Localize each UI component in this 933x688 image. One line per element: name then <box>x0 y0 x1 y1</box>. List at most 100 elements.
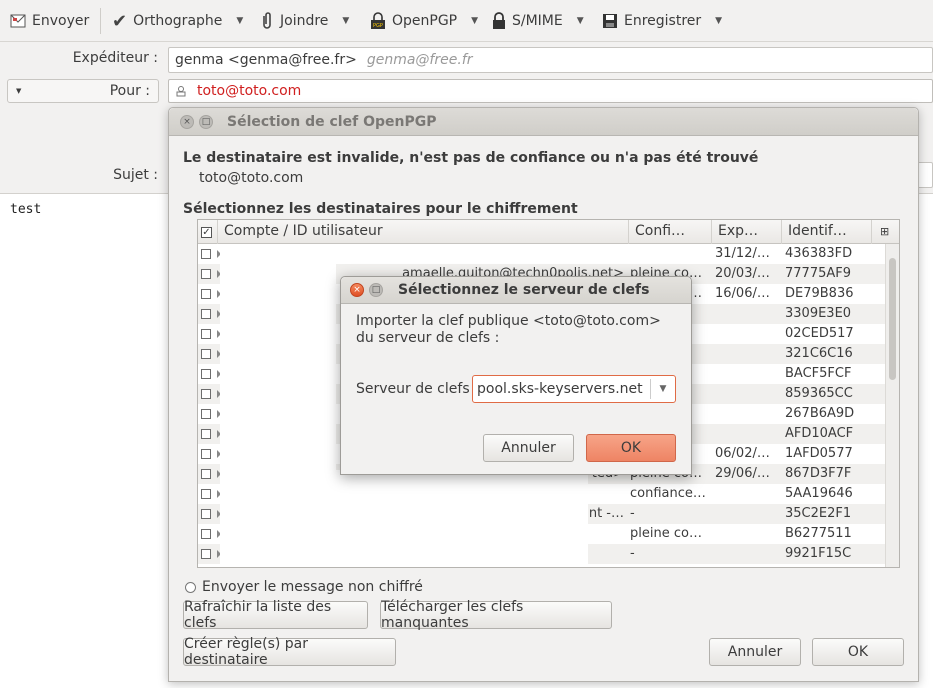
send-unencrypted-checkbox[interactable] <box>185 581 196 593</box>
send-icon <box>10 14 26 28</box>
send-button[interactable]: Envoyer <box>10 8 89 34</box>
row-checkbox[interactable] <box>201 369 211 379</box>
row-expiry: 06/02/… <box>715 446 770 461</box>
pgp-lock-icon: PGP <box>371 12 385 29</box>
contact-icon <box>176 86 186 97</box>
send-label: Envoyer <box>32 13 90 29</box>
row-checkbox[interactable] <box>201 269 211 279</box>
ok-button[interactable]: OK <box>586 434 676 462</box>
checkmark-icon: ✔ <box>112 10 128 32</box>
recipient-type-dropdown[interactable]: ▼ Pour : <box>7 79 159 103</box>
paperclip-icon <box>263 12 271 29</box>
row-checkbox[interactable] <box>201 449 211 459</box>
toolbar-separator <box>100 8 101 34</box>
smime-button[interactable]: S/MIME ▼ <box>492 8 584 34</box>
chevron-down-icon[interactable]: ▼ <box>715 16 722 26</box>
row-checkbox[interactable] <box>201 509 211 519</box>
row-checkbox[interactable] <box>201 529 211 539</box>
row-key-id: BACF5FCF <box>785 366 852 381</box>
column-header-expiry[interactable]: Exp… <box>712 220 782 244</box>
row-expiry <box>715 324 781 344</box>
chevron-down-icon[interactable]: ▼ <box>342 16 349 26</box>
column-picker-icon[interactable]: ⊞ <box>872 220 899 244</box>
dialog-titlebar: × □ Sélectionnez le serveur de clefs <box>341 277 691 304</box>
maximize-icon[interactable]: □ <box>369 283 383 297</box>
row-expiry <box>715 544 781 564</box>
attach-button[interactable]: Joindre ▼ <box>260 8 349 34</box>
row-key-id: 1AFD0577 <box>785 446 853 461</box>
row-key-id: AFD10ACF <box>785 426 854 441</box>
select-all-checkbox[interactable]: ✓ <box>198 220 218 244</box>
from-hint: genma@free.fr <box>366 52 473 68</box>
row-expiry: 16/06/… <box>715 286 770 301</box>
ok-button[interactable]: OK <box>812 638 904 666</box>
spelling-button[interactable]: ✔ Orthographe ▼ <box>112 8 243 34</box>
subject-label: Sujet : <box>113 167 158 183</box>
cancel-button[interactable]: Annuler <box>709 638 801 666</box>
row-checkbox[interactable] <box>201 409 211 419</box>
keyserver-value[interactable]: pool.sks-keyservers.net <box>473 381 650 397</box>
row-expiry <box>715 504 781 524</box>
openpgp-label: OpenPGP <box>392 13 458 29</box>
body-text: test <box>10 202 42 217</box>
row-key-id: 35C2E2F1 <box>785 506 852 521</box>
row-key-id: 02CED517 <box>785 326 854 341</box>
row-checkbox[interactable] <box>201 349 211 359</box>
send-unencrypted-option[interactable]: Envoyer le message non chiffré <box>185 579 423 595</box>
save-button[interactable]: Enregistrer ▼ <box>602 8 722 34</box>
column-header-trust[interactable]: Confi… <box>629 220 712 244</box>
row-trust: - <box>630 546 635 561</box>
chevron-down-icon[interactable]: ▼ <box>577 16 584 26</box>
keys-table-scrollbar[interactable] <box>885 244 899 567</box>
to-label: Pour : <box>109 83 150 99</box>
row-expiry: 20/03/… <box>715 266 770 281</box>
row-checkbox[interactable] <box>201 469 211 479</box>
row-key-id: B6277511 <box>785 526 852 541</box>
to-value: toto@toto.com <box>197 83 302 99</box>
send-unencrypted-label: Envoyer le message non chiffré <box>202 579 423 595</box>
keyserver-combobox[interactable]: pool.sks-keyservers.net ▼ <box>472 375 676 403</box>
dialog-title: Sélectionnez le serveur de clefs <box>398 282 650 298</box>
cancel-button[interactable]: Annuler <box>483 434 574 462</box>
row-checkbox[interactable] <box>201 309 211 319</box>
row-expiry <box>715 484 781 504</box>
row-key-id: 3309E3E0 <box>785 306 852 321</box>
select-recipients-heading: Sélectionnez les destinataires pour le c… <box>183 201 578 217</box>
refresh-keys-button[interactable]: Rafraîchir la liste des clefs <box>183 599 368 631</box>
row-key-id: 5AA19646 <box>785 486 853 501</box>
row-expiry <box>715 524 781 544</box>
column-header-account[interactable]: Compte / ID utilisateur <box>218 220 629 244</box>
row-checkbox[interactable] <box>201 549 211 559</box>
to-field[interactable]: toto@toto.com <box>168 79 933 103</box>
create-rules-button[interactable]: Créer règle(s) par destinataire <box>183 636 396 668</box>
row-expiry <box>715 364 781 384</box>
row-checkbox[interactable] <box>201 329 211 339</box>
row-checkbox[interactable] <box>201 489 211 499</box>
row-key-id: 267B6A9D <box>785 406 855 421</box>
from-label: Expéditeur : <box>72 50 158 66</box>
row-trust: confiance… <box>630 486 706 501</box>
from-field[interactable]: genma <genma@free.fr> genma@free.fr <box>168 47 933 73</box>
row-trust: pleine co… <box>630 526 702 541</box>
checkbox-checked-icon: ✓ <box>201 227 212 238</box>
maximize-icon[interactable]: □ <box>199 115 213 129</box>
scrollbar-thumb[interactable] <box>889 258 896 380</box>
row-expiry: 29/06/… <box>715 466 770 481</box>
row-trust <box>630 244 710 264</box>
column-header-key-id[interactable]: Identif… <box>782 220 872 244</box>
row-checkbox[interactable] <box>201 389 211 399</box>
row-key-id: 867D3F7F <box>785 466 852 481</box>
chevron-down-icon[interactable]: ▼ <box>471 16 478 26</box>
chevron-down-icon[interactable]: ▼ <box>651 384 675 394</box>
row-checkbox[interactable] <box>201 249 211 259</box>
keys-table-header: ✓ Compte / ID utilisateur Confi… Exp… Id… <box>198 220 899 244</box>
row-key-id: 77775AF9 <box>785 266 851 281</box>
download-missing-keys-button[interactable]: Télécharger les clefs manquantes <box>380 599 612 631</box>
openpgp-button[interactable]: PGP OpenPGP ▼ <box>370 8 478 34</box>
row-checkbox[interactable] <box>201 289 211 299</box>
keyserver-label: Serveur de clefs <box>356 381 470 397</box>
close-icon[interactable]: × <box>180 115 194 129</box>
row-checkbox[interactable] <box>201 429 211 439</box>
close-icon[interactable]: × <box>350 283 364 297</box>
chevron-down-icon[interactable]: ▼ <box>236 16 243 26</box>
